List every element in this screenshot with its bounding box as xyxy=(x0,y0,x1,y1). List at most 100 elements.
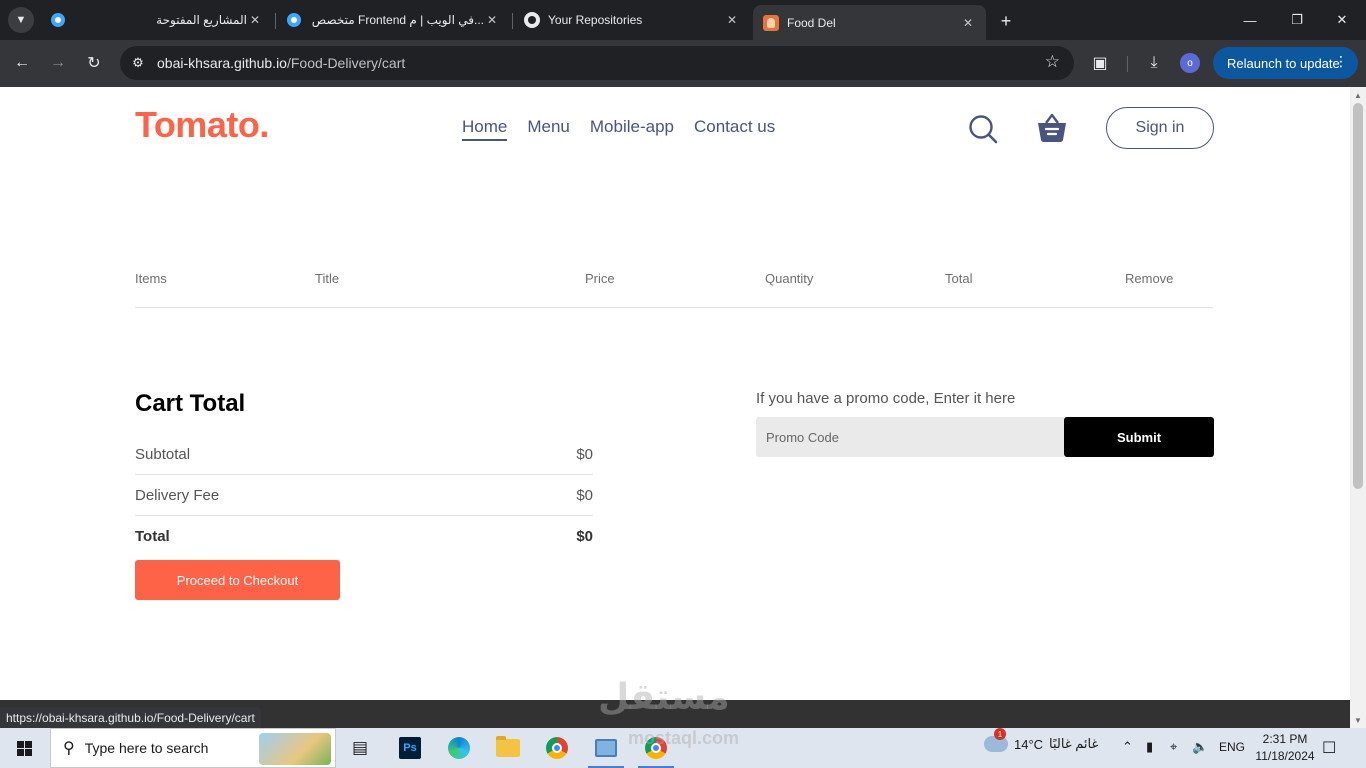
cart-table-header: Items Title Price Quantity Total Remove xyxy=(135,271,1213,308)
browser-tab-strip: ▼ المشاريع المفتوحة ✕ متخصص Frontend في … xyxy=(0,0,1366,40)
cart-totals: Cart Total Subtotal $0 Delivery Fee $0 T… xyxy=(135,390,593,557)
taskbar-photos[interactable] xyxy=(584,728,628,768)
kebab-menu-icon[interactable]: ⋮ xyxy=(1334,53,1348,70)
relaunch-to-update-button[interactable]: Relaunch to update ⋮ xyxy=(1213,47,1358,79)
promo-code-input[interactable] xyxy=(756,417,1064,457)
mostaql-icon xyxy=(286,12,302,28)
back-arrow-icon[interactable]: ← xyxy=(9,50,35,76)
tab-divider xyxy=(512,13,513,29)
volume-icon[interactable]: 🔈 xyxy=(1192,739,1208,755)
github-icon xyxy=(524,12,540,28)
show-hidden-icons-chevron-icon[interactable]: ⌃ xyxy=(1122,739,1133,755)
subtotal-value: $0 xyxy=(576,445,593,463)
close-icon[interactable]: ✕ xyxy=(247,12,263,28)
proceed-to-checkout-button[interactable]: Proceed to Checkout xyxy=(135,560,340,600)
forward-arrow-icon[interactable]: → xyxy=(45,50,71,76)
windows-logo-icon xyxy=(16,740,32,756)
subtotal-row: Subtotal $0 xyxy=(135,434,593,475)
tab-title: المشاريع المفتوحة xyxy=(156,13,247,27)
reload-icon[interactable]: ↻ xyxy=(81,50,107,76)
tab-mostaql-frontend[interactable]: متخصص Frontend في الويب | م... ✕ xyxy=(276,5,510,35)
task-view-button[interactable]: ▤ xyxy=(338,728,382,768)
web-page: Tomato. Home Menu Mobile-app Contact us … xyxy=(0,87,1350,700)
restore-icon[interactable]: ❐ xyxy=(1283,8,1311,32)
total-label: Total xyxy=(135,528,170,545)
delivery-fee-row: Delivery Fee $0 xyxy=(135,475,593,516)
tab-title: Your Repositories xyxy=(548,13,643,27)
new-tab-plus-icon[interactable]: + xyxy=(994,9,1018,33)
site-logo[interactable]: Tomato. xyxy=(135,104,269,146)
main-nav: Home Menu Mobile-app Contact us xyxy=(462,117,775,141)
weather-widget[interactable]: 14°C غائم غالبًا xyxy=(984,728,1098,752)
column-header-total: Total xyxy=(945,271,973,286)
window-close-icon[interactable]: ✕ xyxy=(1328,8,1356,32)
close-icon[interactable]: ✕ xyxy=(724,12,740,28)
chrome-icon xyxy=(546,737,568,759)
promo-submit-button[interactable]: Submit xyxy=(1064,417,1214,457)
profile-avatar[interactable]: o xyxy=(1180,53,1200,73)
tab-title: متخصص Frontend في الويب | م... xyxy=(311,13,484,27)
windows-taskbar: ⚲ Type here to search ▤ Ps mostaql.com 1… xyxy=(0,728,1366,768)
column-header-quantity: Quantity xyxy=(765,271,814,286)
photoshop-icon: Ps xyxy=(399,737,421,759)
sign-in-button[interactable]: Sign in xyxy=(1106,107,1214,149)
system-clock[interactable]: 2:31 PM 11/18/2024 xyxy=(1250,731,1320,765)
input-language[interactable]: ENG xyxy=(1219,740,1245,754)
photos-icon xyxy=(595,739,617,757)
promo-code-section: If you have a promo code, Enter it here … xyxy=(756,390,1214,457)
site-settings-icon[interactable]: ⚙ xyxy=(128,53,148,73)
tab-github-repositories[interactable]: Your Repositories ✕ xyxy=(514,5,750,35)
taskbar-edge[interactable] xyxy=(437,728,481,768)
total-value: $0 xyxy=(576,528,593,545)
taskbar-photoshop[interactable]: Ps xyxy=(388,728,432,768)
column-header-title: Title xyxy=(315,271,340,286)
bookmark-star-icon[interactable]: ☆ xyxy=(1045,52,1060,72)
search-highlight-image xyxy=(259,733,331,765)
relaunch-label: Relaunch to update xyxy=(1227,55,1340,71)
basket-icon[interactable] xyxy=(1035,111,1069,145)
start-button[interactable] xyxy=(0,728,48,768)
address-bar[interactable]: ⚙ obai-khsara.github.io/Food-Delivery/ca… xyxy=(120,46,1074,80)
minimize-icon[interactable]: — xyxy=(1236,8,1264,32)
page-scrollbar[interactable]: ▲ ▼ xyxy=(1350,87,1366,728)
clock-date: 11/18/2024 xyxy=(1255,749,1315,763)
tab-title: Food Del xyxy=(787,15,836,30)
mostaql-watermark-url: mostaql.com xyxy=(628,728,740,748)
browser-toolbar: ← → ↻ ⚙ obai-khsara.github.io/Food-Deliv… xyxy=(0,40,1366,87)
column-header-price: Price xyxy=(585,271,615,286)
extensions-puzzle-icon[interactable]: ▣ xyxy=(1088,51,1112,75)
tab-search-chevron-icon[interactable]: ▼ xyxy=(8,7,34,33)
delivery-fee-label: Delivery Fee xyxy=(135,486,220,504)
total-row: Total $0 xyxy=(135,516,593,557)
nav-menu[interactable]: Menu xyxy=(527,117,570,141)
toolbar-divider xyxy=(1127,56,1128,72)
subtotal-label: Subtotal xyxy=(135,445,191,463)
scroll-down-arrow-icon[interactable]: ▼ xyxy=(1350,712,1366,728)
url-text: obai-khsara.github.io/Food-Delivery/cart xyxy=(157,55,406,71)
taskbar-chrome[interactable] xyxy=(535,728,579,768)
notifications-icon[interactable]: ☐ xyxy=(1322,738,1336,758)
nav-contact-us[interactable]: Contact us xyxy=(694,117,775,141)
close-icon[interactable]: ✕ xyxy=(484,12,500,28)
cloud-icon xyxy=(984,728,1008,752)
download-icon[interactable]: ⤓ xyxy=(1142,51,1166,75)
battery-icon[interactable]: ▮ xyxy=(1146,739,1153,755)
taskbar-search-placeholder: Type here to search xyxy=(84,740,209,756)
tab-mostaql-projects[interactable]: المشاريع المفتوحة ✕ xyxy=(40,5,273,35)
delivery-fee-value: $0 xyxy=(576,486,593,504)
clock-time: 2:31 PM xyxy=(1262,732,1308,746)
nav-home[interactable]: Home xyxy=(462,117,508,141)
close-icon[interactable]: ✕ xyxy=(960,15,976,31)
taskbar-search-box[interactable]: ⚲ Type here to search xyxy=(50,728,336,768)
search-icon[interactable] xyxy=(968,114,998,144)
column-header-remove: Remove xyxy=(1125,271,1174,286)
mostaql-icon xyxy=(50,12,66,28)
tab-food-del[interactable]: Food Del ✕ xyxy=(753,5,986,40)
promo-instructions: If you have a promo code, Enter it here xyxy=(756,390,1016,407)
wifi-icon[interactable]: ⌖ xyxy=(1170,739,1177,755)
nav-mobile-app[interactable]: Mobile-app xyxy=(590,117,674,141)
scrollbar-thumb[interactable] xyxy=(1353,103,1363,489)
taskbar-file-explorer[interactable] xyxy=(486,728,530,768)
food-del-icon xyxy=(763,14,779,31)
scroll-up-arrow-icon[interactable]: ▲ xyxy=(1350,87,1366,103)
